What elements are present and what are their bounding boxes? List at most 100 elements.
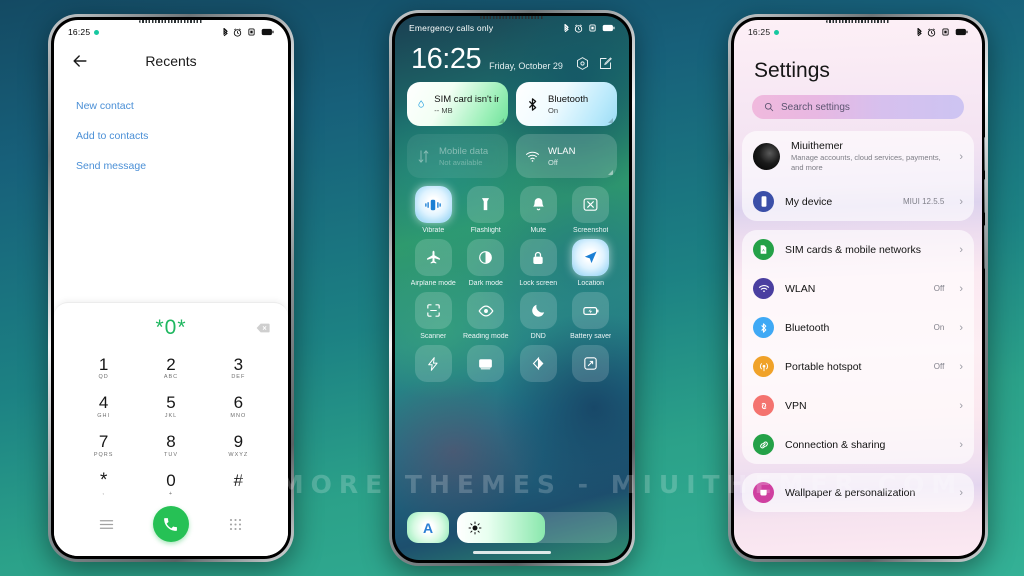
key-hash[interactable]: # [205,465,272,502]
key-digit: 0 [166,471,176,491]
edit-icon[interactable] [598,56,613,71]
key-6[interactable]: 6 MNO [205,387,272,424]
row-value: On [933,323,945,333]
search-settings-input[interactable]: Search settings [752,95,964,119]
row-title: Miuithemer [791,140,843,152]
toggle-flashlight[interactable]: Flashlight [460,186,513,234]
toggle-dnd[interactable]: DND [512,292,565,340]
key-3[interactable]: 3 DEF [205,349,272,386]
call-button[interactable] [152,506,189,542]
link-add-to-contacts[interactable]: Add to contacts [76,121,266,151]
toggle-airplane-mode[interactable]: Airplane mode [407,239,460,287]
toggle-reading-mode[interactable]: Reading mode [460,292,513,340]
clock-date: Friday, October 29 [489,61,563,71]
tile-mobile-data[interactable]: Mobile data Not available [407,134,508,178]
toggle-sync[interactable] [512,345,565,386]
toggle-dark-mode[interactable]: Dark mode [460,239,513,287]
toggle-icon-box [572,186,610,223]
key-4[interactable]: 4 GHI [70,387,137,424]
key-2[interactable]: 2 ABC [137,349,204,386]
key-9[interactable]: 9 WXYZ [205,426,272,463]
row-connection-sharing[interactable]: Connection & sharing › [742,425,974,464]
alarm-icon [927,27,936,37]
tile-sub: On [548,105,559,115]
tile-bluetooth[interactable]: Bluetooth On [516,82,617,126]
tile-expand-corner[interactable] [608,170,613,175]
row-sim-cards[interactable]: A SIM cards & mobile networks › [742,230,974,269]
key-letters: TUV [163,452,178,459]
key-letters: , [102,490,105,497]
screenshot-icon [583,198,598,211]
key-letters: + [168,491,174,497]
key-star[interactable]: *, [70,465,137,502]
expand-icon [584,357,597,370]
toggle-cast[interactable] [460,345,513,386]
tile-expand-corner[interactable] [499,118,504,123]
battery-icon [602,24,615,32]
search-icon [764,102,774,112]
toggle-vibrate[interactable]: Vibrate [407,186,460,234]
brightness-fill [457,512,545,543]
big-tile-row-1: SIM card isn't installed -- MB Bluetooth… [407,82,617,126]
toggle-scanner[interactable]: Scanner [407,292,460,340]
back-arrow-icon[interactable] [70,51,90,71]
tile-sub: -- MB [434,105,453,115]
key-0[interactable]: 0 + [137,465,204,502]
row-vpn[interactable]: VPN › [742,386,974,425]
keypad-icon[interactable] [228,517,243,532]
tile-sim-data[interactable]: SIM card isn't installed -- MB [407,82,508,126]
toggle-icon-box [519,186,557,223]
tile-expand-corner[interactable] [608,118,613,123]
volume-up-button[interactable] [984,137,985,171]
settings-hex-icon[interactable] [575,56,590,71]
lockscreen-clock: 16:25 Friday, October 29 [395,33,629,74]
tile-sub: Not available [439,157,483,167]
key-5[interactable]: 5 JKL [137,387,204,424]
bluetooth-icon [223,27,228,36]
tile-wlan[interactable]: WLAN Off [516,134,617,178]
earpiece-speaker [139,20,203,23]
backspace-icon[interactable] [256,322,270,333]
link-send-message[interactable]: Send message [76,151,266,181]
vpn-icon [753,395,774,417]
row-bluetooth[interactable]: Bluetooth On › [742,308,974,347]
brightness-slider[interactable] [457,512,617,543]
key-8[interactable]: 8 TUV [137,426,204,463]
volume-down-button[interactable] [984,179,985,213]
alarm-icon [574,23,583,33]
row-wallpaper-personalization[interactable]: Wallpaper & personalization › [742,473,974,512]
power-button[interactable] [984,225,985,269]
row-account[interactable]: Miuithemer Manage accounts, cloud servic… [742,131,974,182]
menu-icon[interactable] [99,517,114,532]
link-icon [753,434,774,456]
toggle-battery-saver[interactable]: Battery saver [565,292,618,340]
key-digit: 6 [233,393,244,413]
row-wlan[interactable]: WLAN Off › [742,269,974,308]
chevron-right-icon: › [959,282,963,295]
airplane-icon [426,250,440,264]
toggle-lock-screen[interactable]: Lock screen [512,239,565,287]
link-new-contact[interactable]: New contact [76,91,266,121]
big-tile-row-2: Mobile data Not available WLAN Off [407,134,617,178]
toggle-icon-box [414,292,452,329]
contrast-icon [479,251,493,264]
key-1[interactable]: 1 QD [70,349,137,386]
row-portable-hotspot[interactable]: Portable hotspot Off › [742,347,974,386]
toggle-lightning[interactable] [407,345,460,386]
toggle-location[interactable]: Location [565,239,618,287]
chevron-right-icon: › [959,399,963,412]
key-7[interactable]: 7 PQRS [70,426,137,463]
toggle-icon-box [519,239,557,276]
row-my-device[interactable]: My device MIUI 12.5.5 › [742,182,974,221]
toggle-expand[interactable] [565,345,618,386]
auto-brightness-button[interactable]: A [407,512,449,543]
toggle-mute[interactable]: Mute [512,186,565,234]
phone-control-center: Emergency calls only 16:25 Friday, Octob… [389,10,635,566]
home-indicator [473,551,551,554]
key-digit: 1 [98,354,109,374]
key-digit: 4 [98,393,109,413]
avatar [753,143,780,171]
toggle-screenshot[interactable]: Screenshot [565,186,618,234]
key-digit: 2 [166,354,176,374]
device-icon [753,191,774,213]
